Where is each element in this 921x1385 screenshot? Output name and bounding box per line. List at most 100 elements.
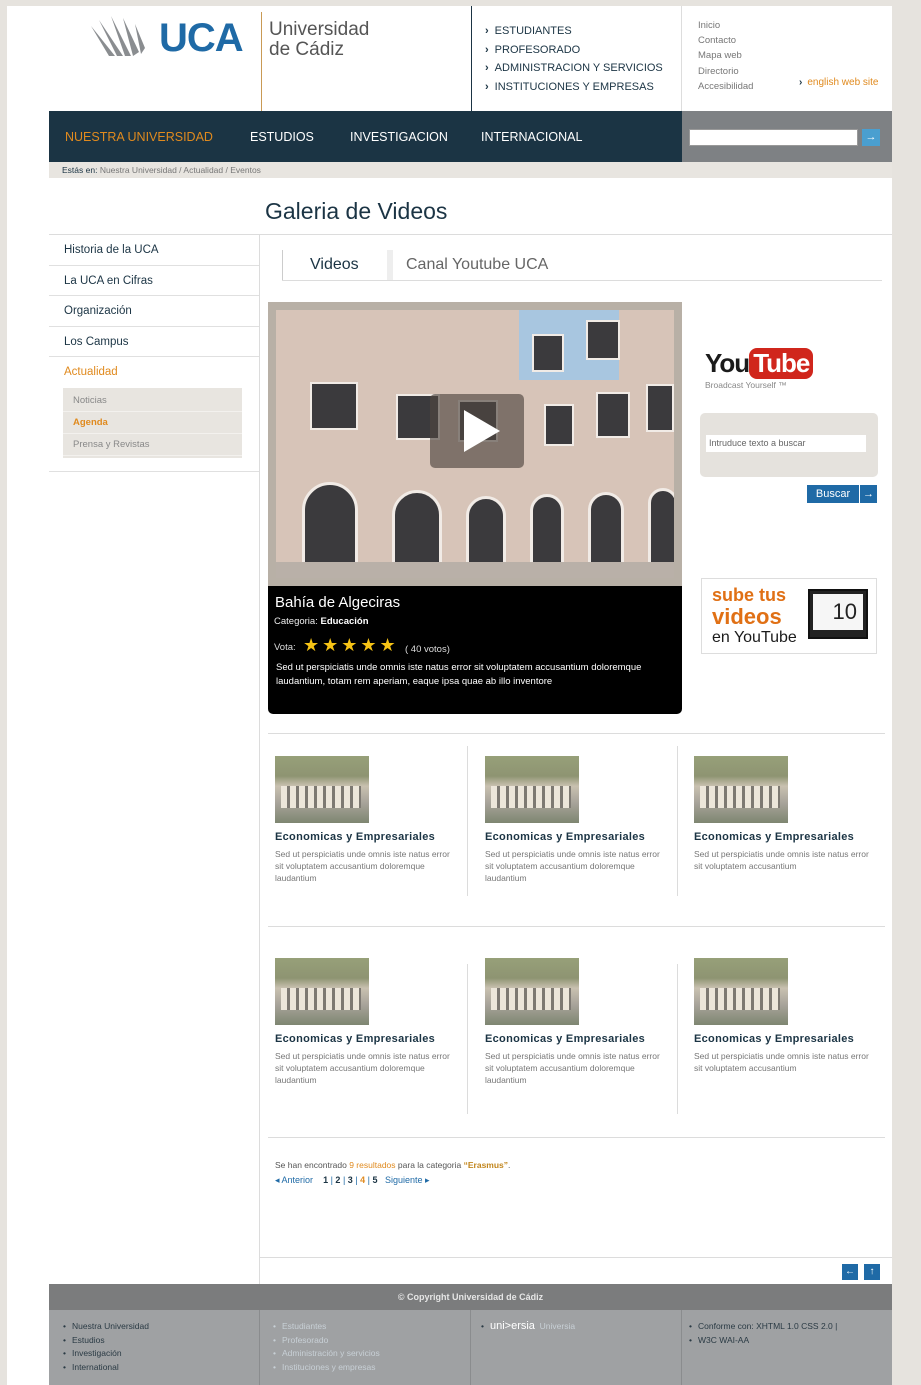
video-card[interactable]: Economicas y Empresariales Sed ut perspi… <box>694 958 894 1074</box>
pager-page-2[interactable]: 2 <box>335 1175 340 1185</box>
page-inner: UCA Universidad de Cádiz ESTUDIANTES PRO… <box>49 6 892 1385</box>
divider <box>259 235 260 1285</box>
top-nav-instituciones[interactable]: INSTITUCIONES Y EMPRESAS <box>485 78 663 97</box>
footer-col-3: uni>ersia Universia <box>481 1320 671 1334</box>
vote-label: Vota: <box>274 642 296 653</box>
buscar-button[interactable]: Buscar <box>807 485 859 503</box>
sidebar-item-actualidad[interactable]: Actualidad <box>49 357 259 388</box>
top-nav-estudiantes[interactable]: ESTUDIANTES <box>485 22 663 41</box>
back-arrow-button[interactable]: ← <box>842 1264 858 1280</box>
video-card[interactable]: Economicas y Empresariales Sed ut perspi… <box>275 958 475 1086</box>
video-card-title[interactable]: Economicas y Empresariales <box>694 831 894 843</box>
uca-logo[interactable]: UCA <box>89 12 289 72</box>
video-thumbnail[interactable] <box>694 958 788 1025</box>
nav-estudios[interactable]: ESTUDIOS <box>250 130 314 144</box>
results-summary: Se han encontrado 9 resultados para la c… <box>275 1160 510 1170</box>
video-thumbnail[interactable] <box>485 756 579 823</box>
pager-next[interactable]: Siguiente ▸ <box>385 1175 430 1185</box>
footer-link[interactable]: Administración y servicios <box>273 1347 463 1361</box>
nav-internacional[interactable]: INTERNACIONAL <box>481 130 582 144</box>
top-nav-administracion[interactable]: ADMINISTRACION Y SERVICIOS <box>485 59 663 78</box>
video-thumbnail[interactable] <box>485 958 579 1025</box>
youtube-logo-you: You <box>705 348 750 378</box>
divider <box>282 280 882 281</box>
link-mapa-web[interactable]: Mapa web <box>698 48 753 63</box>
footer-link[interactable]: Estudiantes <box>273 1320 463 1334</box>
sidebar-item-campus[interactable]: Los Campus <box>49 327 259 357</box>
results-count[interactable]: 9 resultados <box>349 1160 395 1170</box>
footer-standards[interactable]: Conforme con: XHTML 1.0 CSS 2.0 | <box>689 1320 889 1334</box>
pager-page-3[interactable]: 3 <box>348 1175 353 1185</box>
footer-link[interactable]: Investigación <box>63 1347 253 1361</box>
scroll-top-button[interactable]: ↑ <box>864 1264 880 1280</box>
vote-count: ( 40 votos) <box>405 644 450 655</box>
sidebar-item-organizacion[interactable]: Organización <box>49 296 259 327</box>
video-thumbnail[interactable] <box>275 958 369 1025</box>
video-frame[interactable] <box>268 302 682 586</box>
sidebar-subitem-noticias[interactable]: Noticias <box>63 390 242 412</box>
site-search: → <box>682 111 892 162</box>
sidebar-subitem-prensa[interactable]: Prensa y Revistas <box>63 434 242 456</box>
divider <box>681 1310 682 1385</box>
site-search-button[interactable]: → <box>862 129 880 146</box>
video-card-title[interactable]: Economicas y Empresariales <box>275 1033 475 1045</box>
video-thumbnail[interactable] <box>275 756 369 823</box>
video-card-title[interactable]: Economicas y Empresariales <box>694 1033 894 1045</box>
site-search-input[interactable] <box>689 129 858 146</box>
sidebar-subitem-agenda[interactable]: Agenda <box>63 412 242 434</box>
video-description: Sed ut perspiciatis unde omnis iste natu… <box>276 662 642 687</box>
video-category: Categoria: Educación <box>274 616 369 627</box>
video-thumbnail[interactable] <box>694 756 788 823</box>
tab-canal-youtube[interactable]: Canal Youtube UCA <box>387 250 687 280</box>
utility-links: Inicio Contacto Mapa web Directorio Acce… <box>698 18 753 94</box>
link-accesibilidad[interactable]: Accesibilidad <box>698 79 753 94</box>
footer-link[interactable]: Nuestra Universidad <box>63 1320 253 1334</box>
video-category-value[interactable]: Educación <box>320 616 368 627</box>
video-card[interactable]: Economicas y Empresariales Sed ut perspi… <box>485 756 685 884</box>
link-directorio[interactable]: Directorio <box>698 64 753 79</box>
youtube-logo[interactable]: You Tube Broadcast Yourself ™ <box>705 348 814 390</box>
sidebar-submenu: Noticias Agenda Prensa y Revistas <box>63 387 242 458</box>
video-card[interactable]: Economicas y Empresariales Sed ut perspi… <box>275 756 475 884</box>
video-card[interactable]: Economicas y Empresariales Sed ut perspi… <box>485 958 685 1086</box>
link-inicio[interactable]: Inicio <box>698 18 753 33</box>
sube-videos-banner[interactable]: sube tus videos en YouTube 10 <box>701 578 877 654</box>
nav-nuestra-universidad[interactable]: NUESTRA UNIVERSIDAD <box>65 130 213 144</box>
play-icon[interactable] <box>430 394 524 468</box>
pager-prev[interactable]: ◂ Anterior <box>275 1175 313 1185</box>
buscar-arrow-button[interactable]: → <box>860 485 877 503</box>
video-card-title[interactable]: Economicas y Empresariales <box>485 831 685 843</box>
top-nav-profesorado[interactable]: PROFESORADO <box>485 41 663 60</box>
video-card-title[interactable]: Economicas y Empresariales <box>485 1033 685 1045</box>
breadcrumb-path[interactable]: Nuestra Universidad / Actualidad / Event… <box>100 165 261 175</box>
divider <box>49 458 259 472</box>
pager-page-4[interactable]: 4 <box>360 1175 365 1185</box>
footer-wai[interactable]: W3C WAI-AA <box>689 1334 889 1348</box>
footer-link[interactable]: Profesorado <box>273 1334 463 1348</box>
divider <box>268 733 885 734</box>
tab-videos[interactable]: Videos <box>282 250 387 280</box>
video-card-desc: Sed ut perspiciatis unde omnis iste natu… <box>694 1051 869 1073</box>
link-contacto[interactable]: Contacto <box>698 33 753 48</box>
divider <box>259 1310 260 1385</box>
footer-link[interactable]: Instituciones y empresas <box>273 1361 463 1375</box>
video-card[interactable]: Economicas y Empresariales Sed ut perspi… <box>694 756 894 872</box>
youtube-search-input[interactable]: Intruduce texto a buscar <box>706 435 866 452</box>
divider <box>677 746 678 896</box>
video-player: Bahía de Algeciras Categoria: Educación … <box>268 302 682 714</box>
universia-link[interactable]: Universia <box>540 1321 575 1331</box>
video-still-window <box>544 404 574 446</box>
english-site-link[interactable]: english web site <box>799 77 878 88</box>
video-card-title[interactable]: Economicas y Empresariales <box>275 831 475 843</box>
footer-link[interactable]: International <box>63 1361 253 1375</box>
pager-page-5[interactable]: 5 <box>373 1175 378 1185</box>
sidebar-item-cifras[interactable]: La UCA en Cifras <box>49 266 259 296</box>
sidebar-item-historia[interactable]: Historia de la UCA <box>49 235 259 266</box>
universia-logo[interactable]: uni>ersia <box>490 1320 535 1332</box>
star-rating-icon[interactable]: ★★★★★ <box>303 635 399 656</box>
footer-link[interactable]: Estudios <box>63 1334 253 1348</box>
pager-page-1[interactable]: 1 <box>323 1175 328 1185</box>
footer-col-1: Nuestra Universidad Estudios Investigaci… <box>63 1320 253 1374</box>
nav-investigacion[interactable]: INVESTIGACION <box>350 130 448 144</box>
arrow-right-icon: → <box>865 131 877 143</box>
